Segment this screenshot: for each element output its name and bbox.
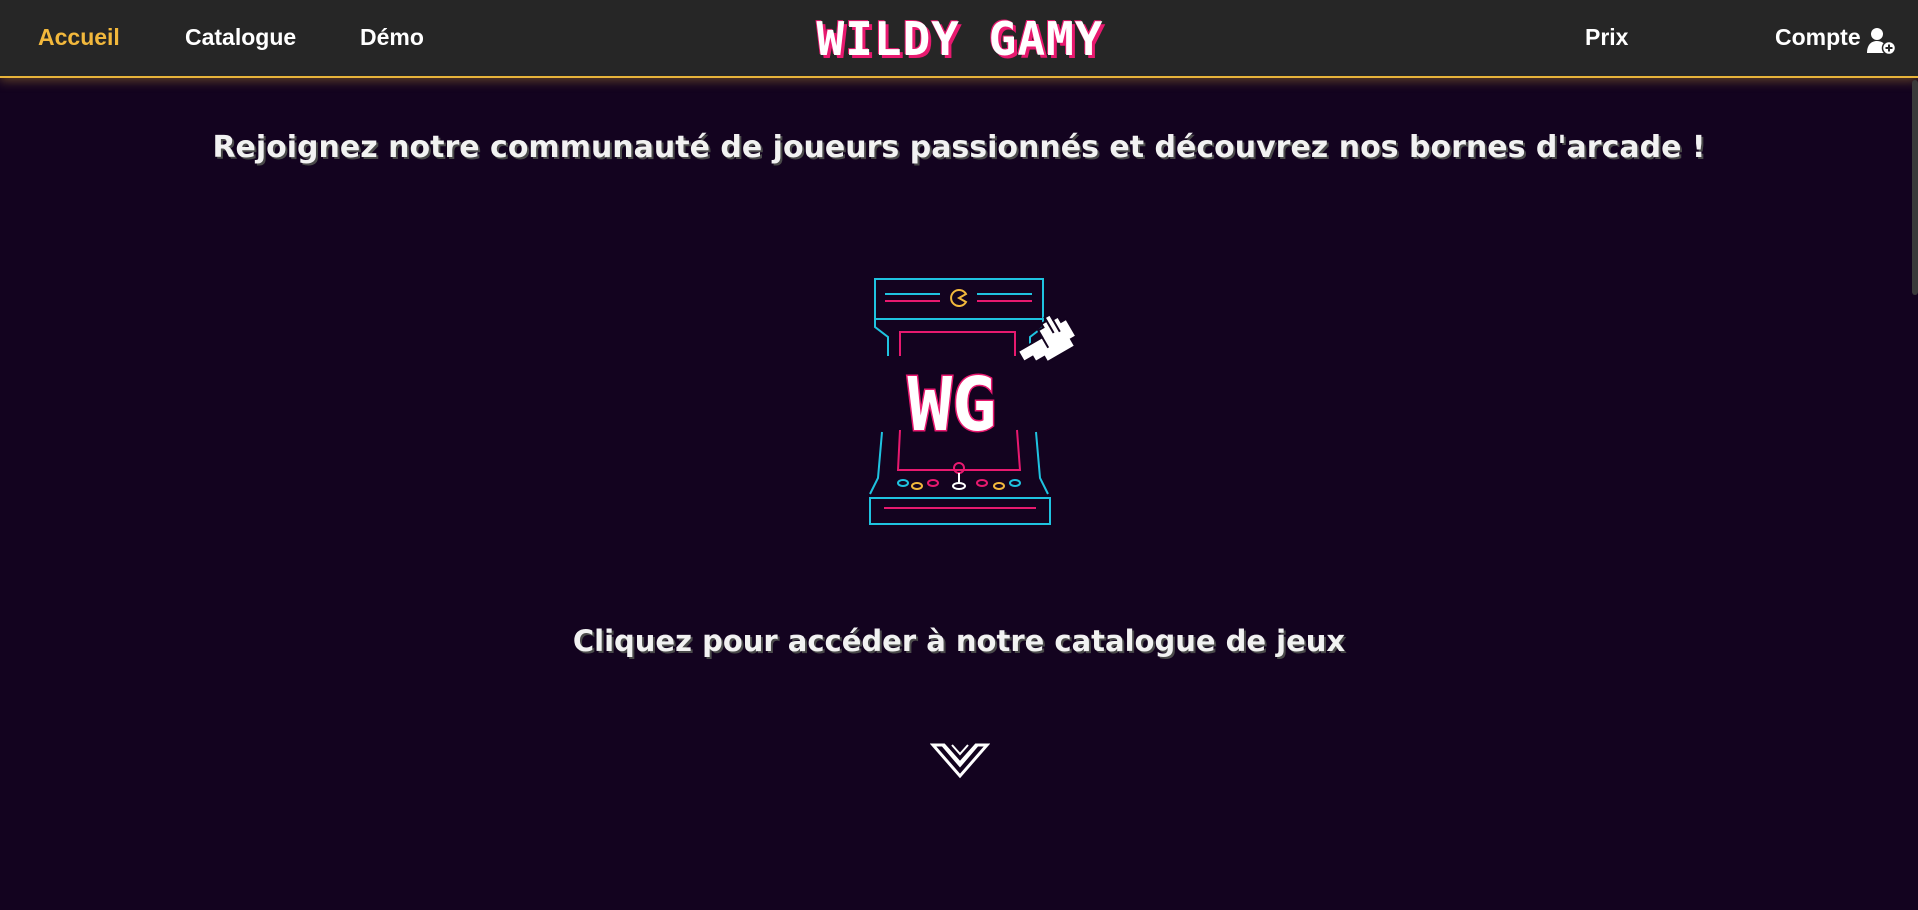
top-navbar: Accueil Catalogue Démo WILDY GAMY Prix C…	[0, 0, 1918, 78]
chevron-down-icon[interactable]	[930, 740, 990, 788]
catalogue-cta-text[interactable]: Cliquez pour accéder à notre catalogue d…	[0, 624, 1918, 658]
user-plus-icon[interactable]	[1866, 26, 1896, 56]
nav-home-link[interactable]: Accueil	[38, 24, 120, 51]
nav-catalogue-link[interactable]: Catalogue	[185, 24, 296, 51]
nav-demo-link[interactable]: Démo	[360, 24, 424, 51]
arcade-machine-icon[interactable]: WG	[860, 270, 1090, 540]
svg-text:WG: WG	[907, 362, 996, 448]
nav-account-link[interactable]: Compte	[1775, 24, 1861, 51]
page-scrollbar[interactable]	[1912, 80, 1918, 295]
brand-logo[interactable]: WILDY GAMY	[815, 10, 1105, 68]
hero-headline: Rejoignez notre communauté de joueurs pa…	[212, 130, 1706, 165]
nav-prix-link[interactable]: Prix	[1585, 24, 1628, 51]
